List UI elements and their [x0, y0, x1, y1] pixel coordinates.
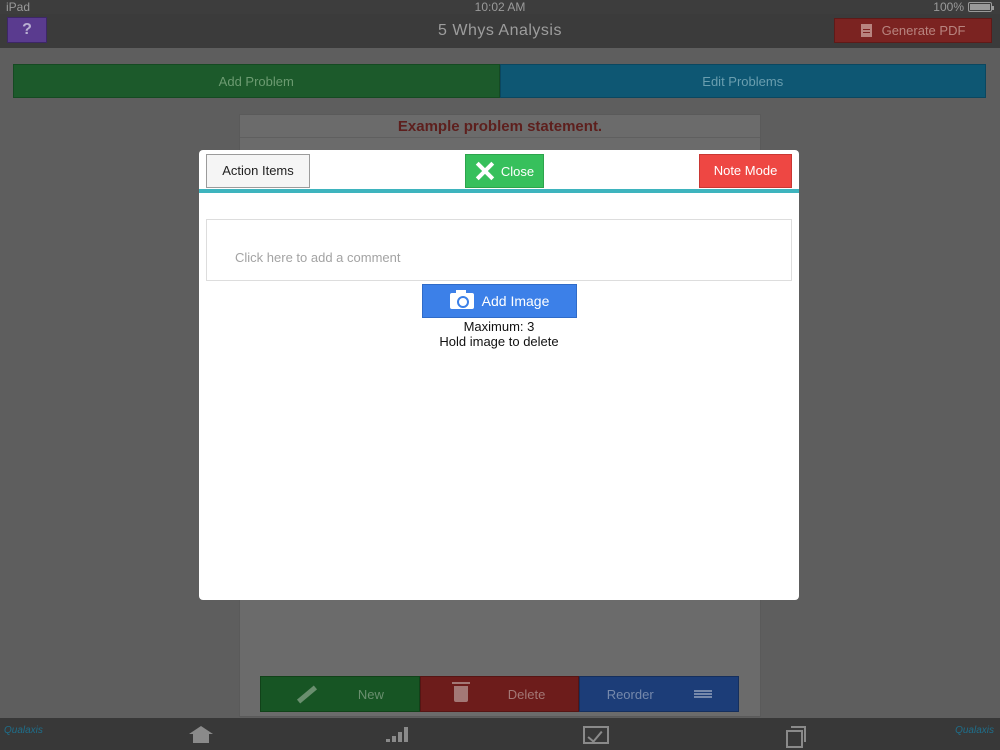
add-image-label: Add Image: [481, 293, 550, 309]
bar-chart-icon: [386, 726, 416, 742]
close-icon: [475, 161, 495, 181]
document-icon: [860, 24, 872, 37]
reorder-label: Reorder: [606, 686, 654, 702]
documents-icon: [786, 726, 806, 748]
comment-input[interactable]: Click here to add a comment: [206, 219, 792, 281]
bottom-actions: New Delete Reorder: [260, 676, 740, 712]
comment-modal: Action Items Close Note Mode Click here …: [199, 150, 799, 600]
problem-tabs: Add Problem Edit Problems: [13, 64, 986, 98]
nav-bar: ? 5 Whys Analysis Generate PDF: [0, 14, 1000, 48]
new-button[interactable]: New: [260, 676, 420, 712]
delete-hint: Hold image to delete: [439, 334, 559, 349]
reorder-button[interactable]: Reorder: [579, 676, 740, 712]
new-label: New: [357, 686, 384, 702]
trash-icon: [451, 682, 470, 702]
action-items-button[interactable]: Action Items: [206, 154, 310, 188]
bottom-tab-bar: Qualaxis Qualaxis: [0, 718, 1000, 750]
analytics-tab[interactable]: [386, 726, 416, 746]
menu-icon: [693, 690, 712, 698]
checkbox-icon: [583, 726, 609, 744]
brand-logo-left: Qualaxis: [4, 725, 43, 736]
generate-pdf-label: Generate PDF: [881, 23, 966, 38]
note-mode-button[interactable]: Note Mode: [699, 154, 792, 188]
close-button[interactable]: Close: [465, 154, 544, 188]
battery-percent: 100%: [933, 0, 964, 14]
status-bar: iPad 10:02 AM 100%: [0, 0, 1000, 14]
problem-statement: Example problem statement.: [397, 118, 603, 135]
tab-add-problem[interactable]: Add Problem: [13, 64, 500, 98]
image-max-note: Maximum: 3: [463, 319, 535, 334]
modal-header: Action Items Close Note Mode: [199, 150, 799, 193]
divider: [240, 137, 760, 138]
pencil-icon: [296, 685, 317, 703]
camera-icon: [449, 290, 474, 309]
clock: 10:02 AM: [474, 0, 526, 14]
close-label: Close: [500, 163, 535, 179]
home-tab[interactable]: [188, 726, 218, 746]
brand-logo-right: Qualaxis: [955, 725, 994, 736]
delete-button[interactable]: Delete: [419, 676, 580, 712]
generate-pdf-button[interactable]: Generate PDF: [834, 18, 992, 43]
checklist-tab[interactable]: [583, 726, 613, 746]
battery-indicator: 100%: [933, 0, 994, 14]
battery-icon: [968, 2, 994, 12]
delete-label: Delete: [507, 686, 546, 702]
home-icon: [188, 726, 214, 744]
documents-tab[interactable]: [786, 726, 816, 748]
tab-edit-problems[interactable]: Edit Problems: [499, 64, 986, 98]
add-image-button[interactable]: Add Image: [422, 284, 577, 318]
